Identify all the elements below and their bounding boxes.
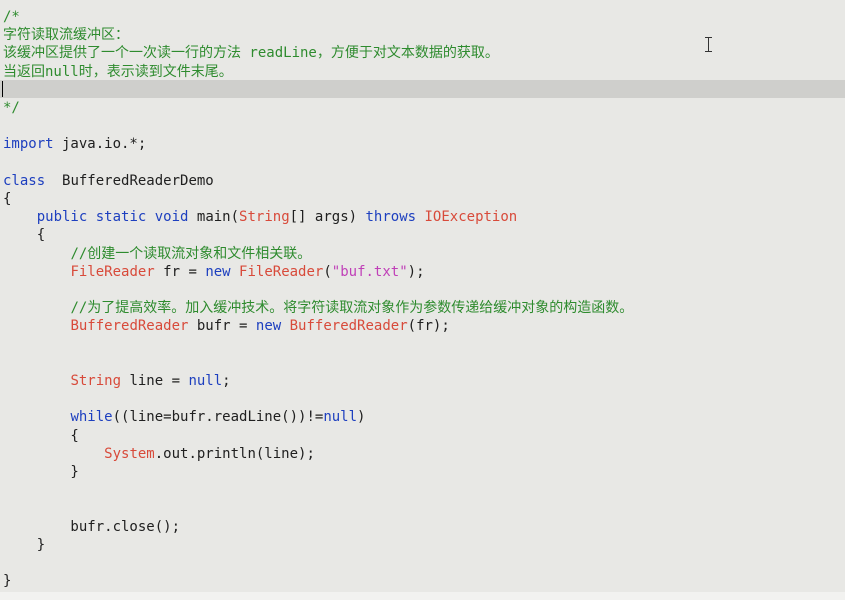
code-token: { — [3, 227, 46, 244]
code-token: FileReader — [70, 263, 155, 280]
code-line[interactable]: } — [3, 572, 11, 590]
code-token: ( — [323, 263, 332, 280]
code-token: } — [3, 464, 79, 480]
code-token: } — [3, 536, 46, 553]
code-token: class — [3, 172, 46, 189]
code-token: BufferedReader — [70, 318, 189, 335]
code-token: void — [154, 209, 189, 226]
code-token: { — [3, 191, 12, 207]
code-token: bufr = — [188, 318, 256, 335]
code-token: public — [36, 209, 88, 226]
code-line[interactable]: /* — [3, 8, 20, 26]
code-token: IOException — [424, 209, 518, 226]
code-token: throws — [365, 209, 417, 226]
code-line[interactable]: { — [3, 427, 79, 445]
code-token: null — [323, 409, 358, 426]
code-token: line = — [121, 373, 189, 389]
code-line[interactable]: 字符读取流缓冲区： — [3, 26, 129, 44]
code-line[interactable]: 该缓冲区提供了一个一次读一行的方法 readLine，方便于对文本数据的获取。 — [3, 44, 499, 62]
code-line[interactable]: public static void main(String[] args) t… — [3, 208, 518, 226]
code-token: String — [239, 209, 290, 226]
code-line[interactable]: bufr.close(); — [3, 518, 180, 536]
code-line[interactable]: //创建一个读取流对象和文件相关联。 — [3, 245, 311, 263]
code-token: import — [3, 136, 54, 153]
code-token: /* — [3, 9, 20, 25]
code-token: System — [104, 445, 155, 462]
code-token: 当返回null时，表示读到文件末尾。 — [3, 63, 233, 80]
code-line[interactable]: 当返回null时，表示读到文件末尾。 — [3, 63, 233, 81]
code-token: 字符读取流缓冲区： — [3, 27, 129, 44]
text-caret — [2, 81, 3, 97]
code-token: main( — [188, 209, 240, 226]
code-token: "buf.txt" — [331, 263, 408, 280]
code-line[interactable]: { — [3, 226, 45, 244]
code-token: FileReader — [239, 263, 324, 280]
code-line[interactable]: { — [3, 190, 11, 208]
code-line[interactable]: import java.io.*; — [3, 135, 146, 153]
code-token: while — [70, 409, 113, 426]
code-token: (fr); — [407, 318, 450, 335]
code-token: BufferedReaderDemo — [45, 172, 214, 189]
code-token: null — [188, 373, 223, 389]
code-editor[interactable]: /* 字符读取流缓冲区： 该缓冲区提供了一个一次读一行的方法 readLine，方便… — [0, 0, 845, 600]
code-token: 该缓冲区提供了一个一次读一行的方法 readLine，方便于对文本数据的获取。 — [3, 45, 499, 62]
code-token: BufferedReader — [289, 318, 408, 335]
code-token: .out.println(line); — [154, 445, 315, 462]
code-token: { — [3, 427, 79, 444]
code-token: static — [95, 209, 147, 226]
code-line[interactable]: String line = null; — [3, 372, 231, 390]
code-token: ((line=bufr.readLine())!= — [112, 409, 324, 426]
code-token: new — [255, 318, 282, 335]
code-token: String — [70, 373, 122, 389]
editor-bottom-edge — [0, 592, 845, 600]
code-line[interactable]: */ — [3, 99, 20, 117]
code-line[interactable]: } — [3, 536, 45, 554]
code-line[interactable]: BufferedReader bufr = new BufferedReader… — [3, 317, 450, 335]
current-line-highlight — [0, 80, 845, 98]
ibeam-cursor-icon — [704, 36, 714, 53]
code-token: [] args) — [289, 209, 366, 226]
code-line[interactable]: FileReader fr = new FileReader("buf.txt"… — [3, 263, 425, 281]
code-line[interactable]: class BufferedReaderDemo — [3, 172, 214, 190]
code-token: ); — [407, 263, 425, 280]
code-token: ; — [222, 373, 231, 389]
code-token: bufr.close(); — [3, 518, 181, 535]
code-token: //创建一个读取流对象和文件相关联。 — [70, 245, 312, 262]
code-token: */ — [3, 100, 20, 116]
code-line[interactable]: } — [3, 463, 79, 481]
code-token: fr = — [154, 263, 206, 280]
code-token: } — [3, 573, 12, 590]
code-token: ) — [357, 409, 366, 426]
code-line[interactable]: //为了提高效率。加入缓冲技术。将字符读取流对象作为参数传递给缓冲对象的构造函数… — [3, 299, 633, 317]
code-line[interactable]: while((line=bufr.readLine())!=null) — [3, 408, 365, 426]
code-token: //为了提高效率。加入缓冲技术。将字符读取流对象作为参数传递给缓冲对象的构造函数… — [70, 300, 634, 317]
code-token: new — [205, 263, 231, 280]
code-token: java.io.*; — [53, 136, 147, 153]
code-line[interactable]: System.out.println(line); — [3, 445, 315, 463]
